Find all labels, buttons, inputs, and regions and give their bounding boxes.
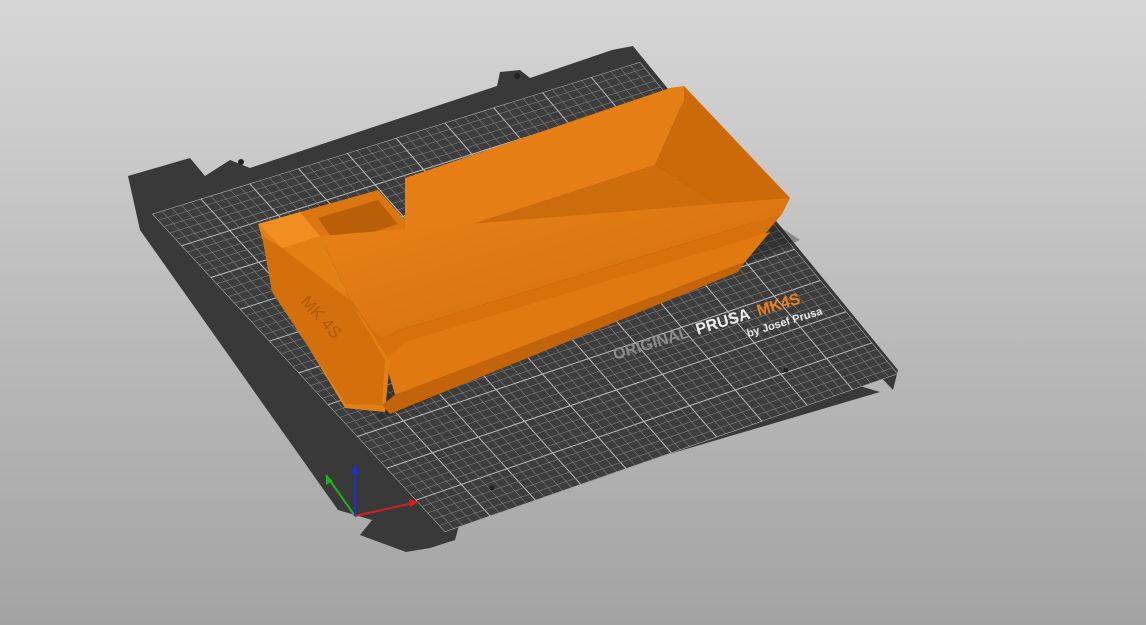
3d-viewport[interactable]: ORIGINAL PRUSA MK4S by Josef Prusa MK 4S	[0, 0, 1146, 625]
bed-hole-icon	[783, 367, 789, 373]
bed-hole-icon	[489, 485, 495, 491]
bed-hole-icon	[514, 73, 520, 79]
scene-canvas[interactable]: ORIGINAL PRUSA MK4S by Josef Prusa MK 4S	[0, 0, 1146, 625]
bed-hole-icon	[238, 159, 244, 165]
